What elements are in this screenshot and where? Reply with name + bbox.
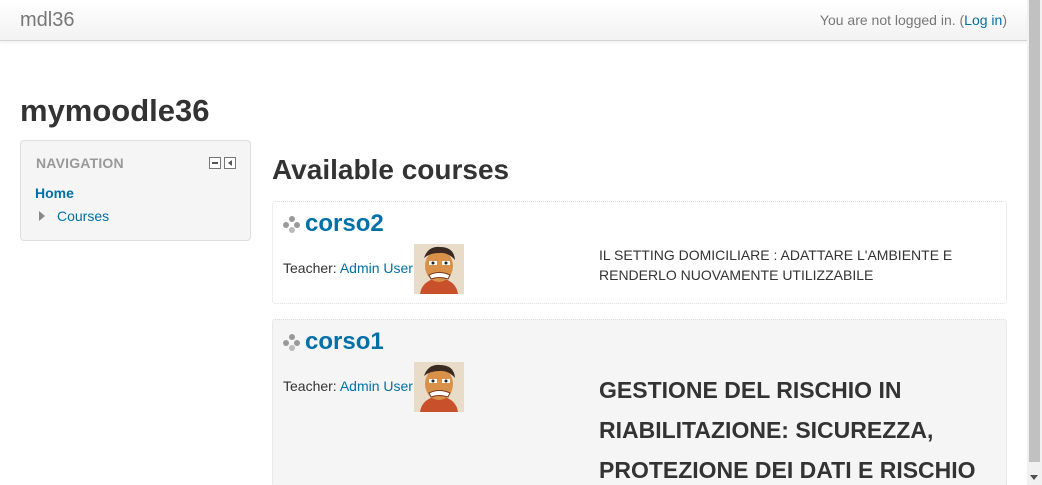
course-link[interactable]: corso2 bbox=[305, 210, 384, 238]
course-summary: GESTIONE DEL RISCHIO IN RIABILITAZIONE: … bbox=[599, 377, 976, 483]
navigation-header: NAVIGATION bbox=[36, 155, 124, 171]
nav-item-home[interactable]: Home bbox=[35, 185, 74, 201]
course-icon bbox=[283, 333, 300, 351]
scroll-down-arrow-icon[interactable] bbox=[1030, 475, 1038, 480]
navigation-block: NAVIGATION Home Courses bbox=[20, 140, 251, 241]
nav-item-courses-label[interactable]: Courses bbox=[57, 208, 109, 224]
course-icon bbox=[283, 215, 300, 233]
site-brand-link[interactable]: mdl36 bbox=[20, 9, 74, 32]
login-status-text: You are not logged in. ( bbox=[819, 12, 965, 28]
course-link[interactable]: corso1 bbox=[305, 328, 384, 356]
login-info: You are not logged in. (Log in) bbox=[820, 12, 1007, 28]
block-controls bbox=[209, 157, 236, 169]
nav-item-courses[interactable]: Courses bbox=[39, 208, 109, 224]
course-name: corso1 bbox=[283, 328, 384, 356]
user-avatar[interactable] bbox=[414, 244, 464, 294]
course-card: corso1 Teacher: Admin User GESTIONE DEL … bbox=[272, 319, 1007, 485]
dock-icon[interactable] bbox=[224, 157, 236, 169]
course-card: corso2 Teacher: Admin User IL SETTING DO… bbox=[272, 201, 1007, 304]
course-summary: IL SETTING DOMICILIARE : ADATTARE L'AMBI… bbox=[599, 247, 953, 283]
course-teacher: Teacher: Admin User bbox=[283, 378, 413, 394]
login-link[interactable]: Log in bbox=[964, 12, 1002, 28]
teacher-link[interactable]: Admin User bbox=[340, 260, 413, 276]
user-avatar[interactable] bbox=[414, 362, 464, 412]
scrollbar-thumb[interactable] bbox=[1029, 0, 1040, 462]
page-scrollbar[interactable] bbox=[1027, 0, 1042, 485]
teacher-label: Teacher: bbox=[283, 260, 340, 276]
course-teacher: Teacher: Admin User bbox=[283, 260, 413, 276]
login-status-close: ) bbox=[1002, 12, 1007, 28]
course-name: corso2 bbox=[283, 210, 384, 238]
teacher-link[interactable]: Admin User bbox=[340, 378, 413, 394]
collapse-icon[interactable] bbox=[209, 157, 221, 169]
teacher-label: Teacher: bbox=[283, 378, 340, 394]
section-title: Available courses bbox=[272, 154, 510, 185]
expand-arrow-icon[interactable] bbox=[39, 211, 45, 221]
page-title: mymoodle36 bbox=[20, 93, 210, 128]
top-navbar: mdl36 You are not logged in. (Log in) bbox=[0, 0, 1027, 41]
